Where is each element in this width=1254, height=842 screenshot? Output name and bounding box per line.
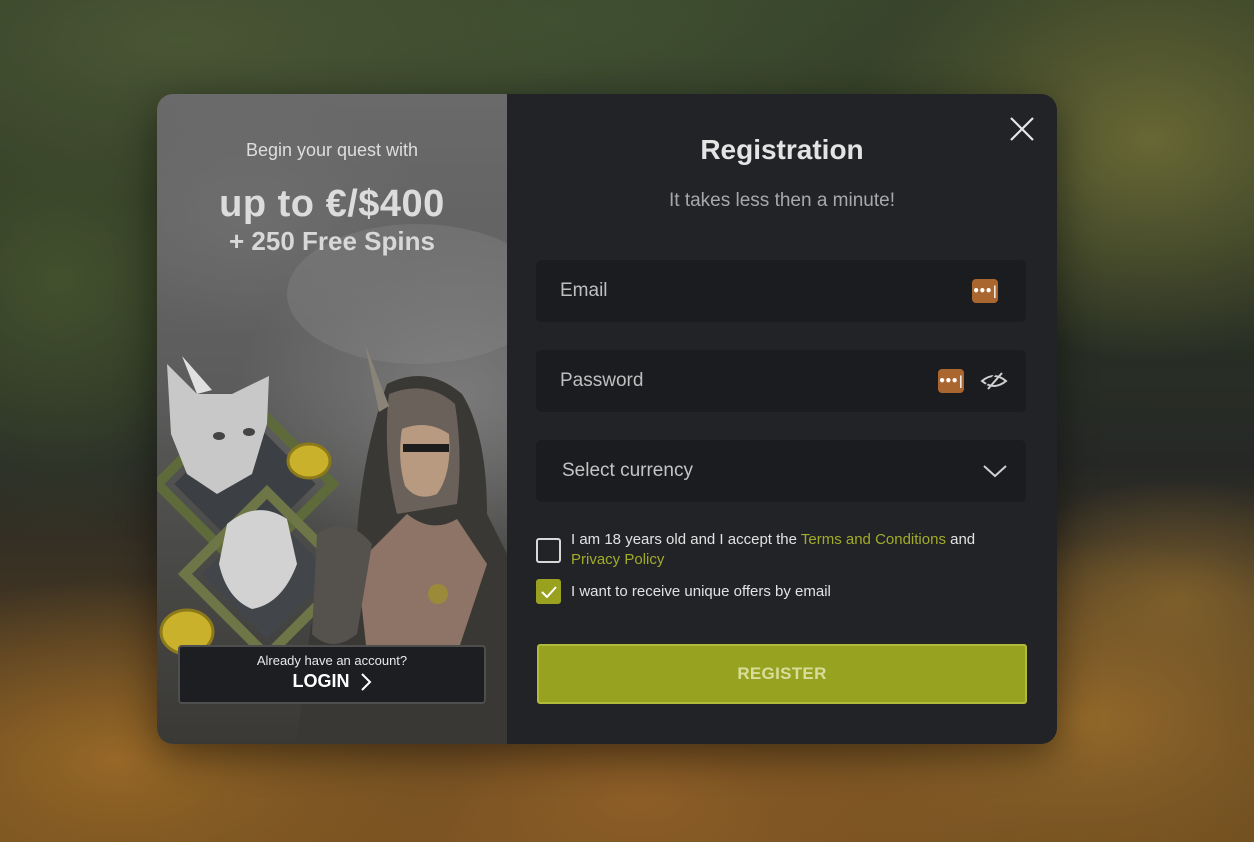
- terms-checkbox[interactable]: [536, 538, 561, 563]
- form-subtitle: It takes less then a minute!: [668, 190, 895, 211]
- password-manager-icon[interactable]: •••|: [972, 279, 998, 303]
- terms-link[interactable]: Terms and Conditions: [801, 531, 946, 548]
- promo-free-spins: + 250 Free Spins: [229, 226, 435, 256]
- email-field: •••|: [536, 260, 1026, 322]
- password-input[interactable]: [536, 350, 938, 412]
- terms-text: I am 18 years old and I accept the Terms…: [571, 530, 975, 570]
- currency-select[interactable]: Select currency: [536, 440, 1026, 502]
- login-prompt: Already have an account? LOGIN: [178, 645, 486, 704]
- register-button[interactable]: REGISTER: [537, 644, 1027, 704]
- promo-headline: Begin your quest with up to €/$400 + 250…: [157, 140, 507, 257]
- promo-lead-text: Begin your quest with: [245, 140, 419, 160]
- offers-consent-row: I want to receive unique offers by email: [536, 579, 831, 604]
- terms-prefix: I am 18 years old and I accept the: [571, 531, 801, 548]
- login-hint-text: Already have an account?: [256, 653, 408, 668]
- registration-form-panel: Registration It takes less then a minute…: [507, 94, 1057, 744]
- offers-label: I want to receive unique offers by email: [571, 582, 831, 600]
- chevron-right-icon: [360, 672, 371, 691]
- terms-consent-row: I am 18 years old and I accept the Terms…: [536, 530, 1016, 570]
- promo-bonus-amount: up to €/$400: [219, 183, 445, 225]
- login-label: LOGIN: [292, 671, 350, 691]
- offers-checkbox[interactable]: [536, 579, 561, 604]
- eye-slash-icon[interactable]: [980, 369, 1008, 393]
- password-manager-icon[interactable]: •••|: [938, 369, 964, 393]
- login-button[interactable]: LOGIN: [293, 671, 372, 692]
- form-title: Registration: [700, 134, 864, 165]
- privacy-link[interactable]: Privacy Policy: [571, 551, 664, 568]
- terms-middle: and: [945, 531, 976, 548]
- promo-panel: Begin your quest with up to €/$400 + 250…: [157, 94, 507, 744]
- currency-select-label: Select currency: [562, 460, 693, 481]
- password-field: •••|: [536, 350, 1026, 412]
- chevron-down-icon: [983, 465, 1007, 478]
- registration-modal: Begin your quest with up to €/$400 + 250…: [157, 94, 1057, 744]
- email-input[interactable]: [536, 260, 972, 322]
- checkmark-icon: [540, 585, 557, 598]
